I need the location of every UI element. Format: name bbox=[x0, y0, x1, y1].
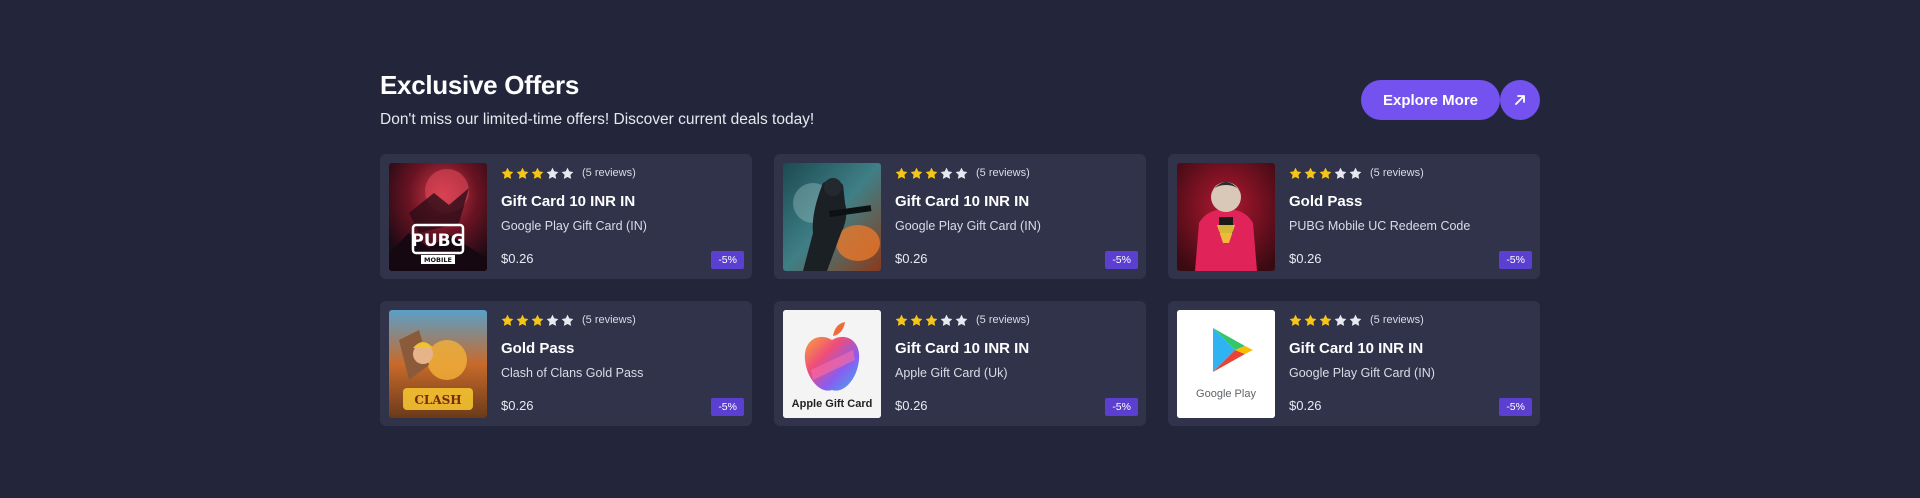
offer-description: Google Play Gift Card (IN) bbox=[895, 219, 1041, 233]
star-icon bbox=[1319, 314, 1332, 326]
discount-badge: -5% bbox=[711, 251, 744, 269]
red-hoodie-character-thumbnail bbox=[1177, 163, 1275, 271]
offer-price: $0.26 bbox=[895, 251, 928, 266]
star-icon bbox=[925, 314, 938, 326]
offer-description: Apple Gift Card (Uk) bbox=[895, 366, 1008, 380]
offers-grid: PUBG MOBILE (5 reviews) Gift Card 10 INR… bbox=[380, 154, 1540, 426]
star-icon bbox=[955, 167, 968, 179]
offer-description: PUBG Mobile UC Redeem Code bbox=[1289, 219, 1471, 233]
star-icon bbox=[516, 167, 529, 179]
discount-badge: -5% bbox=[1499, 251, 1532, 269]
star-rating: (5 reviews) bbox=[895, 312, 1137, 328]
star-icon bbox=[925, 167, 938, 179]
google-play-thumbnail: Google Play bbox=[1177, 310, 1275, 418]
section-header: Exclusive Offers Don't miss our limited-… bbox=[380, 70, 1540, 154]
offer-card[interactable]: CLASH (5 reviews) Gold Pass Clash of Cla… bbox=[380, 301, 752, 426]
star-icon bbox=[1349, 314, 1362, 326]
star-icon bbox=[546, 314, 559, 326]
offer-card[interactable]: Apple Gift Card (5 reviews) Gift Card 10… bbox=[774, 301, 1146, 426]
star-rating: (5 reviews) bbox=[895, 165, 1137, 181]
offer-description: Clash of Clans Gold Pass bbox=[501, 366, 644, 380]
offer-description: Google Play Gift Card (IN) bbox=[1289, 366, 1435, 380]
star-icon bbox=[561, 314, 574, 326]
offer-name[interactable]: Gift Card 10 INR IN bbox=[895, 193, 1137, 210]
offer-price: $0.26 bbox=[1289, 251, 1322, 266]
review-count: (5 reviews) bbox=[582, 314, 636, 326]
star-icon bbox=[895, 167, 908, 179]
star-rating: (5 reviews) bbox=[501, 312, 743, 328]
offer-card[interactable]: PUBG MOBILE (5 reviews) Gift Card 10 INR… bbox=[380, 154, 752, 279]
discount-badge: -5% bbox=[1105, 398, 1138, 416]
offer-price: $0.26 bbox=[1289, 398, 1322, 413]
star-icon bbox=[546, 167, 559, 179]
star-icon bbox=[1334, 167, 1347, 179]
offer-price: $0.26 bbox=[501, 398, 534, 413]
star-icon bbox=[501, 167, 514, 179]
offer-info: (5 reviews) Gift Card 10 INR IN Google P… bbox=[501, 163, 743, 270]
review-count: (5 reviews) bbox=[976, 167, 1030, 179]
clash-of-clans-thumbnail: CLASH bbox=[389, 310, 487, 418]
star-icon bbox=[531, 314, 544, 326]
svg-text:MOBILE: MOBILE bbox=[424, 256, 452, 264]
star-rating: (5 reviews) bbox=[1289, 312, 1531, 328]
offer-name[interactable]: Gift Card 10 INR IN bbox=[501, 193, 743, 210]
pubg-mobile-thumbnail: PUBG MOBILE bbox=[389, 163, 487, 271]
star-icon bbox=[501, 314, 514, 326]
star-rating: (5 reviews) bbox=[501, 165, 743, 181]
offer-name[interactable]: Gift Card 10 INR IN bbox=[895, 340, 1137, 357]
explore-more-group: Explore More bbox=[1360, 80, 1540, 120]
offer-name[interactable]: Gift Card 10 INR IN bbox=[1289, 340, 1531, 357]
offer-info: (5 reviews) Gold Pass Clash of Clans Gol… bbox=[501, 310, 743, 417]
offer-info: (5 reviews) Gift Card 10 INR IN Google P… bbox=[1289, 310, 1531, 417]
discount-badge: -5% bbox=[1499, 398, 1532, 416]
explore-more-button[interactable]: Explore More bbox=[1360, 80, 1500, 120]
star-icon bbox=[910, 314, 923, 326]
apple-gift-card-thumbnail: Apple Gift Card bbox=[783, 310, 881, 418]
offer-card[interactable]: (5 reviews) Gift Card 10 INR IN Google P… bbox=[774, 154, 1146, 279]
star-icon bbox=[895, 314, 908, 326]
star-icon bbox=[1289, 314, 1302, 326]
star-icon bbox=[910, 167, 923, 179]
review-count: (5 reviews) bbox=[976, 314, 1030, 326]
arrow-up-right-icon[interactable] bbox=[1500, 80, 1540, 120]
star-icon bbox=[1334, 314, 1347, 326]
offer-info: (5 reviews) Gift Card 10 INR IN Apple Gi… bbox=[895, 310, 1137, 417]
discount-badge: -5% bbox=[1105, 251, 1138, 269]
offer-description: Google Play Gift Card (IN) bbox=[501, 219, 647, 233]
star-icon bbox=[940, 314, 953, 326]
star-icon bbox=[1289, 167, 1302, 179]
star-icon bbox=[1319, 167, 1332, 179]
star-icon bbox=[940, 167, 953, 179]
thumbnail-label: Google Play bbox=[1196, 388, 1256, 400]
star-icon bbox=[1304, 167, 1317, 179]
offer-name[interactable]: Gold Pass bbox=[1289, 193, 1531, 210]
review-count: (5 reviews) bbox=[1370, 167, 1424, 179]
discount-badge: -5% bbox=[711, 398, 744, 416]
star-icon bbox=[955, 314, 968, 326]
offer-price: $0.26 bbox=[895, 398, 928, 413]
star-icon bbox=[1349, 167, 1362, 179]
star-icon bbox=[1304, 314, 1317, 326]
star-icon bbox=[561, 167, 574, 179]
thumbnail-label: Apple Gift Card bbox=[791, 398, 873, 410]
offer-card[interactable]: (5 reviews) Gold Pass PUBG Mobile UC Red… bbox=[1168, 154, 1540, 279]
offer-price: $0.26 bbox=[501, 251, 534, 266]
offer-info: (5 reviews) Gold Pass PUBG Mobile UC Red… bbox=[1289, 163, 1531, 270]
offer-info: (5 reviews) Gift Card 10 INR IN Google P… bbox=[895, 163, 1137, 270]
soldier-thumbnail bbox=[783, 163, 881, 271]
star-icon bbox=[516, 314, 529, 326]
star-icon bbox=[531, 167, 544, 179]
review-count: (5 reviews) bbox=[582, 167, 636, 179]
svg-text:CLASH: CLASH bbox=[414, 393, 461, 407]
exclusive-offers-section: Exclusive Offers Don't miss our limited-… bbox=[380, 70, 1540, 426]
svg-text:PUBG: PUBG bbox=[411, 231, 464, 251]
offer-card[interactable]: Google Play (5 reviews) Gift Card 10 INR… bbox=[1168, 301, 1540, 426]
star-rating: (5 reviews) bbox=[1289, 165, 1531, 181]
offer-name[interactable]: Gold Pass bbox=[501, 340, 743, 357]
review-count: (5 reviews) bbox=[1370, 314, 1424, 326]
